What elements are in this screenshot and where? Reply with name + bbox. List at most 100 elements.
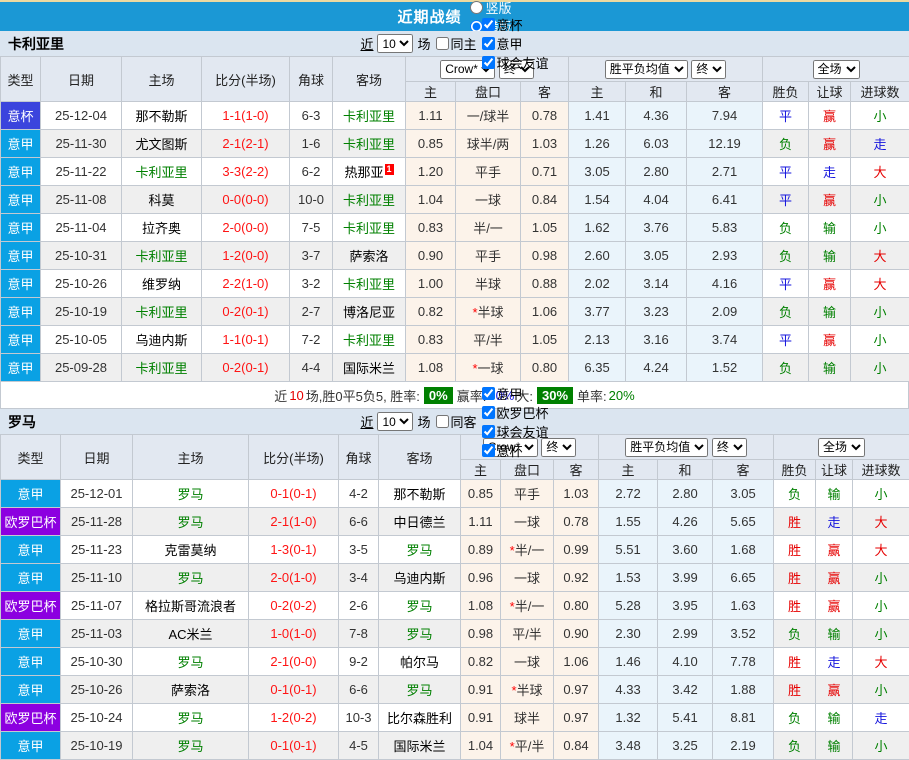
- cell-avg-away: 2.93: [687, 242, 763, 270]
- league-checkbox-wrap[interactable]: 意甲: [481, 384, 549, 403]
- away-team-link[interactable]: 帕尔马: [400, 655, 439, 670]
- league-checkbox-wrap[interactable]: 球会友谊: [481, 422, 549, 441]
- home-team-link[interactable]: 那不勒斯: [135, 109, 187, 124]
- layout-radio-input[interactable]: [470, 1, 483, 14]
- league-checkbox-wrap[interactable]: 意杯: [481, 441, 549, 460]
- same-venue-checkbox[interactable]: [436, 415, 449, 428]
- league-checkbox[interactable]: [482, 425, 495, 438]
- fulltime-score: 1-0: [270, 626, 289, 641]
- away-team-link[interactable]: 罗马: [406, 627, 432, 642]
- match-type-badge[interactable]: 意甲: [1, 130, 41, 158]
- league-checkbox[interactable]: [482, 406, 495, 419]
- away-team-link[interactable]: 比尔森胜利: [387, 711, 452, 726]
- cell-score: 2-1(0-0): [249, 648, 339, 676]
- same-venue-checkbox-wrap[interactable]: 同主: [435, 34, 477, 53]
- home-team-link[interactable]: 科莫: [148, 193, 174, 208]
- match-type-badge[interactable]: 意甲: [1, 298, 41, 326]
- match-type-badge[interactable]: 意甲: [1, 242, 41, 270]
- recent-count-select[interactable]: 10: [377, 412, 413, 431]
- away-team-link[interactable]: 那不勒斯: [393, 487, 445, 502]
- cell-corners: 7-8: [339, 620, 379, 648]
- away-team-link[interactable]: 卡利亚里: [343, 109, 395, 124]
- home-team-link[interactable]: 罗马: [177, 571, 203, 586]
- match-type-badge[interactable]: 意甲: [1, 732, 61, 760]
- away-team-link[interactable]: 卡利亚里: [343, 137, 395, 152]
- match-type-badge[interactable]: 欧罗巴杯: [1, 592, 61, 620]
- scope-select[interactable]: 全场: [813, 60, 860, 79]
- away-team-link[interactable]: 中日德兰: [393, 515, 445, 530]
- home-team-link[interactable]: 卡利亚里: [135, 249, 187, 264]
- league-checkbox-wrap[interactable]: 意杯: [481, 15, 549, 34]
- recent-count-select[interactable]: 10: [377, 34, 413, 53]
- halftime-score: (0-0): [241, 220, 268, 235]
- recent-label[interactable]: 近: [360, 412, 373, 431]
- match-type-badge[interactable]: 意甲: [1, 354, 41, 382]
- match-type-badge[interactable]: 意甲: [1, 620, 61, 648]
- cell-result: 平: [763, 326, 809, 354]
- summary-text: 20%: [609, 388, 635, 403]
- home-team-link[interactable]: 乌迪内斯: [135, 333, 187, 348]
- away-team-link[interactable]: 卡利亚里: [343, 333, 395, 348]
- home-team-link[interactable]: 萨索洛: [171, 683, 210, 698]
- match-type-badge[interactable]: 欧罗巴杯: [1, 704, 61, 732]
- match-type-badge[interactable]: 意甲: [1, 214, 41, 242]
- away-team-link[interactable]: 罗马: [406, 599, 432, 614]
- match-type-badge[interactable]: 意甲: [1, 480, 61, 508]
- match-type-badge[interactable]: 欧罗巴杯: [1, 508, 61, 536]
- away-team-link[interactable]: 热那亚: [344, 165, 383, 180]
- same-venue-checkbox-wrap[interactable]: 同客: [435, 412, 477, 431]
- match-type-badge[interactable]: 意甲: [1, 564, 61, 592]
- home-team-link[interactable]: 尤文图斯: [135, 137, 187, 152]
- avg-type-select[interactable]: 胜平负均值: [625, 438, 708, 457]
- away-team-link[interactable]: 乌迪内斯: [393, 571, 445, 586]
- home-team-link[interactable]: 卡利亚里: [135, 361, 187, 376]
- match-type-badge[interactable]: 意甲: [1, 270, 41, 298]
- match-type-badge[interactable]: 意甲: [1, 158, 41, 186]
- match-type-badge[interactable]: 意甲: [1, 676, 61, 704]
- match-type-badge[interactable]: 意甲: [1, 536, 61, 564]
- avg-final-select[interactable]: 终: [691, 60, 726, 79]
- away-team-link[interactable]: 卡利亚里: [343, 193, 395, 208]
- recent-label[interactable]: 近: [360, 34, 373, 53]
- away-team-link[interactable]: 国际米兰: [393, 739, 445, 754]
- home-team-link[interactable]: 罗马: [177, 655, 203, 670]
- away-team-link[interactable]: 萨索洛: [349, 249, 388, 264]
- away-team-link[interactable]: 罗马: [406, 543, 432, 558]
- same-venue-checkbox[interactable]: [436, 37, 449, 50]
- home-team-link[interactable]: AC米兰: [168, 627, 212, 642]
- league-checkbox[interactable]: [482, 56, 495, 69]
- halftime-score: (1-0): [289, 570, 316, 585]
- avg-type-select[interactable]: 胜平负均值: [605, 60, 688, 79]
- match-type-badge[interactable]: 意甲: [1, 186, 41, 214]
- league-checkbox-wrap[interactable]: 球会友谊: [481, 53, 549, 72]
- scope-select[interactable]: 全场: [818, 438, 865, 457]
- away-team-link[interactable]: 博洛尼亚: [343, 305, 395, 320]
- league-checkbox-wrap[interactable]: 欧罗巴杯: [481, 403, 549, 422]
- league-checkbox[interactable]: [482, 387, 495, 400]
- cell-avg-away: 2.71: [687, 158, 763, 186]
- home-team-link[interactable]: 罗马: [177, 739, 203, 754]
- home-team-link[interactable]: 克雷莫纳: [164, 543, 216, 558]
- match-type-badge[interactable]: 意甲: [1, 648, 61, 676]
- away-team-link[interactable]: 卡利亚里: [343, 221, 395, 236]
- league-checkbox[interactable]: [482, 444, 495, 457]
- away-team-link[interactable]: 卡利亚里: [343, 277, 395, 292]
- avg-final-select[interactable]: 终: [712, 438, 747, 457]
- away-team-link[interactable]: 国际米兰: [343, 361, 395, 376]
- home-team-link[interactable]: 格拉斯哥流浪者: [145, 599, 236, 614]
- cell-away-team: 卡利亚里: [333, 270, 406, 298]
- match-type-badge[interactable]: 意甲: [1, 326, 41, 354]
- league-checkbox[interactable]: [482, 18, 495, 31]
- away-team-link[interactable]: 罗马: [406, 683, 432, 698]
- league-checkbox[interactable]: [482, 37, 495, 50]
- home-team-link[interactable]: 罗马: [177, 711, 203, 726]
- home-team-link[interactable]: 罗马: [177, 487, 203, 502]
- home-team-link[interactable]: 卡利亚里: [135, 305, 187, 320]
- home-team-link[interactable]: 罗马: [177, 515, 203, 530]
- cell-handicap: *半球: [456, 298, 521, 326]
- league-checkbox-wrap[interactable]: 意甲: [481, 34, 549, 53]
- match-type-badge[interactable]: 意杯: [1, 102, 41, 130]
- home-team-link[interactable]: 卡利亚里: [135, 165, 187, 180]
- home-team-link[interactable]: 维罗纳: [142, 277, 181, 292]
- home-team-link[interactable]: 拉齐奥: [142, 221, 181, 236]
